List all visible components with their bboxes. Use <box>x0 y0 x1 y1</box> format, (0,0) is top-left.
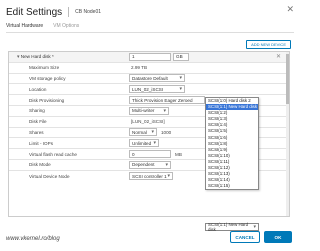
chevron-down-icon: ▾ <box>163 107 166 114</box>
device-node-select[interactable]: SCSI(1:1) New Hard disk ▾ <box>205 222 259 232</box>
row-value: [LUN_02_iSCSI] <box>131 119 165 125</box>
vm-name: CB Node01 <box>75 9 102 15</box>
dialog-title: Edit Settings <box>6 6 63 18</box>
shares-select[interactable]: Normal ▾ <box>129 128 157 137</box>
table-row: VM storage policy Datastore Default ▾ <box>9 74 289 85</box>
table-scrollbar[interactable] <box>286 52 289 216</box>
chevron-down-icon: ▾ <box>151 129 154 136</box>
row-label: Limit - IOPs <box>29 140 53 146</box>
chevron-down-icon: ▾ <box>167 173 170 180</box>
row-label: Disk Provisioning <box>29 97 65 103</box>
row-label: Shares <box>29 129 44 135</box>
vm-storage-policy-select[interactable]: Datastore Default ▾ <box>129 74 185 83</box>
chevron-down-icon: ▾ <box>179 86 182 93</box>
device-node-dropdown-list[interactable]: SCSI(1:0) Hard disk 2 SCSI(1:1) New Hard … <box>205 97 259 191</box>
row-label: Virtual Device Node <box>29 173 70 179</box>
chevron-down-icon: ▾ <box>165 161 168 168</box>
disk-size-unit-select[interactable]: GB <box>173 52 189 61</box>
sharing-select[interactable]: Multi-writer ▾ <box>129 106 169 115</box>
row-label: Sharing <box>29 108 45 114</box>
table-row: Location LUN_02_iSCSI ▾ <box>9 84 289 96</box>
shares-value: 1000 <box>161 129 172 135</box>
chevron-down-icon: ▾ <box>253 224 256 230</box>
row-label: Location <box>29 86 47 92</box>
dropdown-option[interactable]: SCSI(1:15) <box>206 183 258 189</box>
disk-mode-select[interactable]: Dependent ▾ <box>129 160 171 169</box>
tab-divider <box>6 32 294 33</box>
chevron-down-icon: ▾ <box>179 75 182 82</box>
disk-size-input[interactable]: 1 <box>129 52 171 61</box>
scrollbar-thumb[interactable] <box>286 54 289 104</box>
title-separator <box>68 7 70 17</box>
cancel-button[interactable]: CANCEL <box>230 231 260 243</box>
chevron-down-icon: ▾ <box>153 140 156 147</box>
location-select[interactable]: LUN_02_iSCSI ▾ <box>129 85 185 94</box>
new-hard-disk-row[interactable]: ▾ New Hard disk * 1 GB ✕ <box>9 52 289 63</box>
chevron-down-icon: ▾ <box>17 53 20 60</box>
flash-cache-unit: MB <box>175 151 182 157</box>
table-row: Maximum Size 2.99 TB <box>9 63 289 74</box>
disk-provisioning-select[interactable]: Thick Provision Eager Zeroed <box>129 96 205 105</box>
row-label: VM storage policy <box>29 75 66 81</box>
watermark-text: www.vkernel.ro/blog <box>6 236 60 242</box>
add-new-device-button[interactable]: ADD NEW DEVICE <box>246 40 291 49</box>
row-label: Disk Mode <box>29 162 51 168</box>
row-label: Maximum Size <box>29 65 60 71</box>
limit-iops-select[interactable]: Unlimited ▾ <box>129 139 159 148</box>
controller-select[interactable]: SCSI controller 1 ▾ <box>129 172 173 181</box>
dialog-title-row: Edit Settings CB Node01 <box>6 5 101 19</box>
row-label: Virtual flash read cache <box>29 151 77 157</box>
close-icon[interactable]: ✕ <box>286 4 294 15</box>
ok-button[interactable]: OK <box>264 231 292 243</box>
hard-disk-header-label[interactable]: ▾ New Hard disk * <box>17 54 54 60</box>
row-value: 2.99 TB <box>131 65 148 71</box>
row-label: Disk File <box>29 119 47 125</box>
remove-device-icon[interactable]: ✕ <box>276 53 281 60</box>
flash-read-cache-input[interactable]: 0 <box>129 150 171 159</box>
